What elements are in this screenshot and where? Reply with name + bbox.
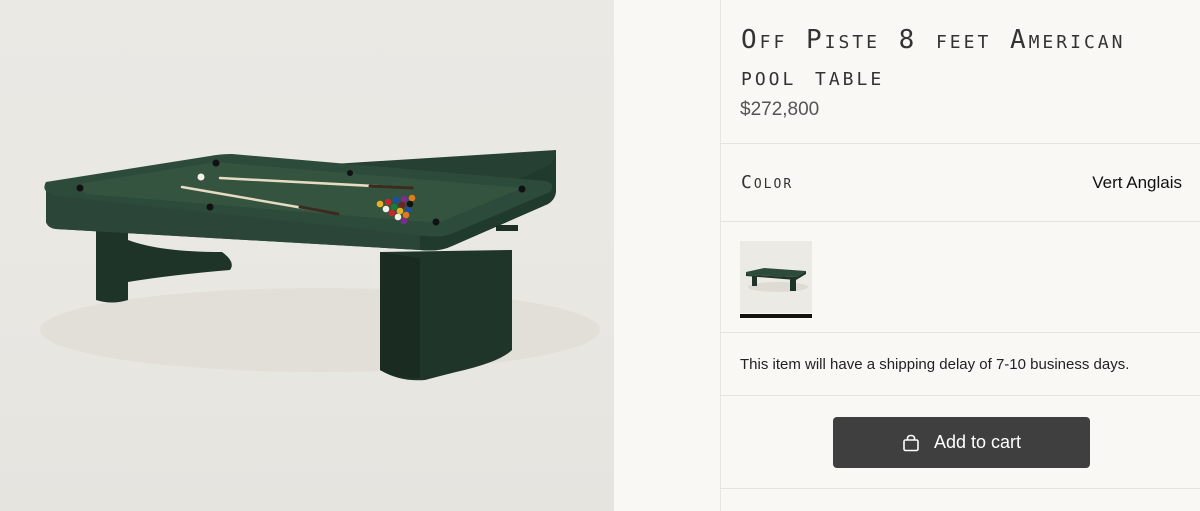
product-title: Off Piste 8 feet American pool table xyxy=(741,25,1126,92)
shipping-delay-notice: This item will have a shipping delay of … xyxy=(740,356,1130,373)
product-image[interactable] xyxy=(0,0,614,511)
divider xyxy=(721,395,1200,396)
divider xyxy=(721,221,1200,222)
divider xyxy=(721,488,1200,489)
selected-swatch-indicator xyxy=(740,314,812,318)
divider xyxy=(721,143,1200,144)
swatch-thumbnail xyxy=(740,241,812,313)
product-page: Off Piste 8 feet American pool table $27… xyxy=(0,0,1200,511)
add-to-cart-label: Add to cart xyxy=(933,432,1022,452)
divider xyxy=(721,332,1200,333)
add-to-cart-button[interactable]: Add to cart xyxy=(833,417,1090,468)
color-swatch-vert-anglais[interactable] xyxy=(740,241,812,313)
shopping-bag-icon xyxy=(902,434,920,452)
product-price: $272,800 xyxy=(740,99,820,120)
selected-color-value: Vert Anglais xyxy=(1092,173,1182,192)
product-info-panel: Off Piste 8 feet American pool table $27… xyxy=(720,0,1200,511)
color-option-label: Color xyxy=(741,172,794,193)
pool-table-illustration xyxy=(40,150,600,381)
image-gutter xyxy=(614,0,720,511)
